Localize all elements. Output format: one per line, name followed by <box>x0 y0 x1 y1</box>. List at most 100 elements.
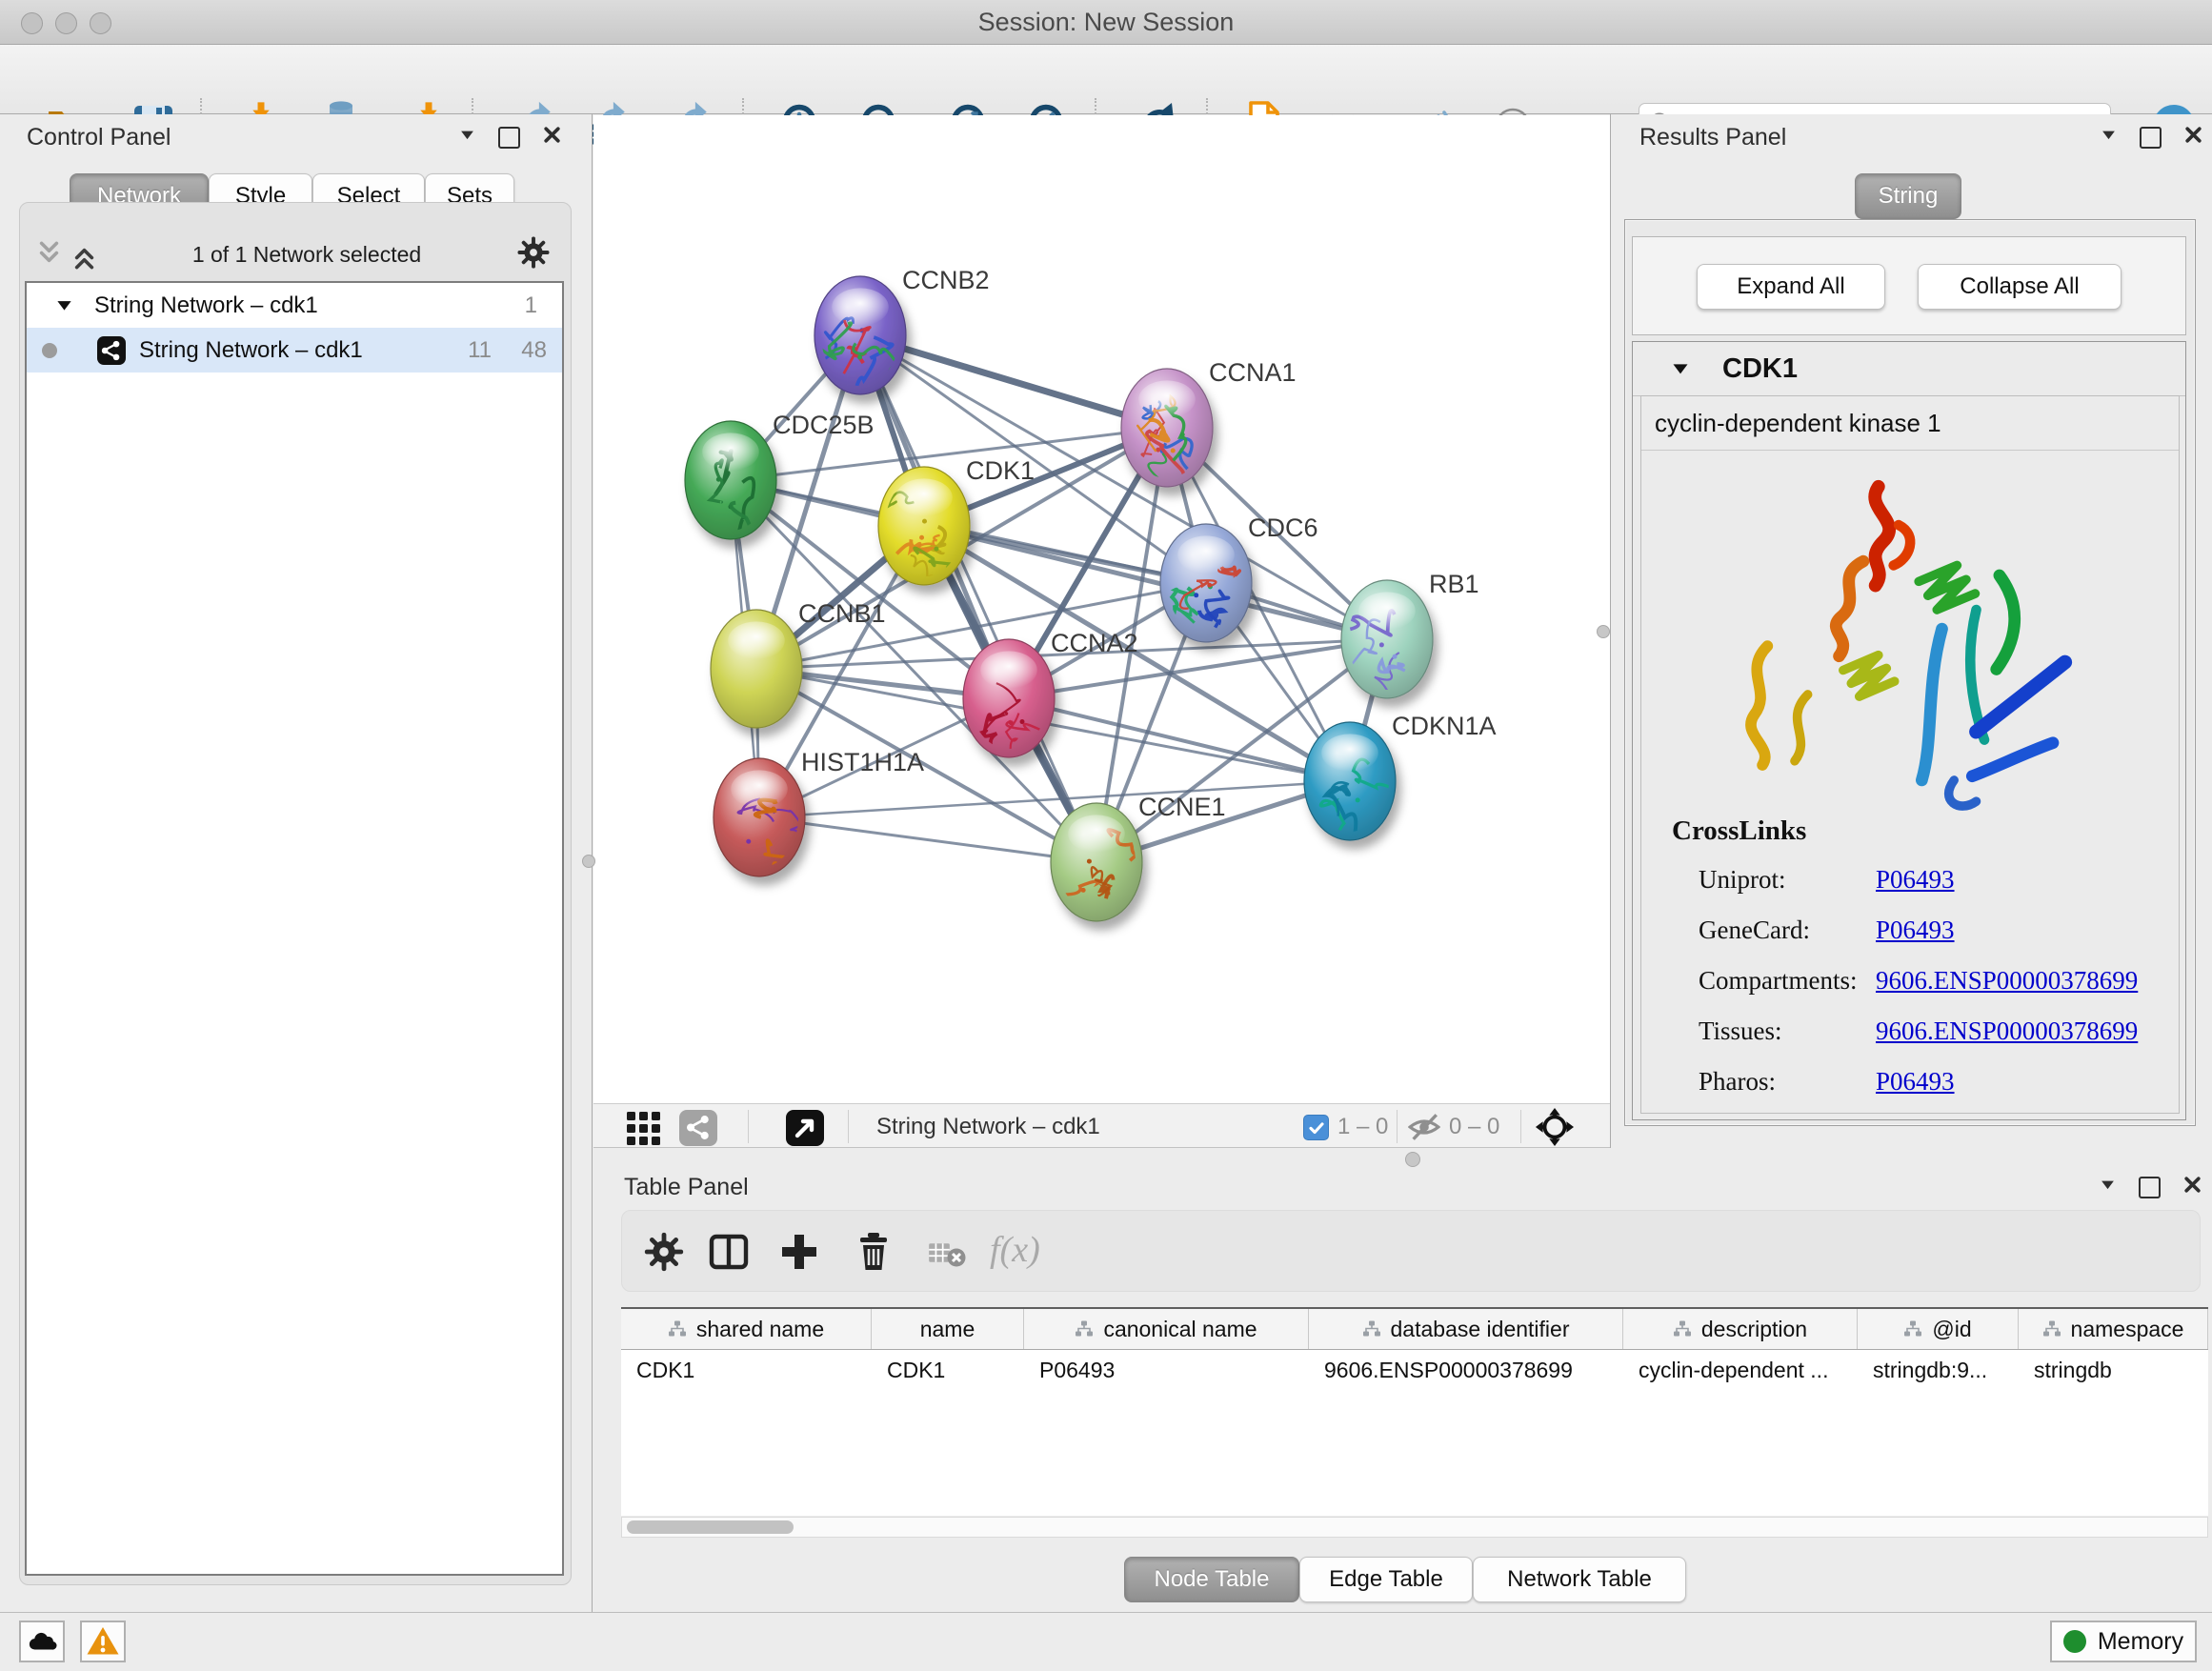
delete-table-button[interactable] <box>925 1231 967 1273</box>
network-node-CCNB1[interactable] <box>711 610 802 728</box>
tab-edge-table[interactable]: Edge Table <box>1299 1557 1473 1602</box>
network-tree-collection-row[interactable]: String Network – cdk1 1 <box>27 283 562 328</box>
collapse-all-icon[interactable] <box>36 240 62 271</box>
expand-all-icon[interactable] <box>71 240 97 271</box>
network-edge[interactable] <box>759 817 1096 862</box>
table-cell[interactable]: stringdb:9... <box>1858 1350 2019 1390</box>
network-canvas[interactable]: CCNB2CCNA1CDC25BCDK1CDC6RB1CCNB1CCNA2CDK… <box>593 115 1610 1103</box>
collection-expand-icon[interactable] <box>55 296 73 314</box>
protein-section-header[interactable]: CDK1 <box>1633 342 2185 396</box>
network-node-CDK1[interactable] <box>878 467 970 598</box>
network-edge[interactable] <box>860 335 1096 862</box>
section-expand-icon[interactable] <box>1671 359 1690 378</box>
crosslink-label: Uniprot: <box>1699 865 1786 894</box>
panel-close-icon[interactable] <box>543 126 561 149</box>
memory-button[interactable]: Memory <box>2050 1621 2197 1662</box>
network-edge-count: 48 <box>521 337 547 364</box>
node-label-CCNE1: CCNE1 <box>1138 793 1226 821</box>
panel-close-icon[interactable] <box>2183 1176 2202 1198</box>
hidden-counts: 0 – 0 <box>1449 1104 1499 1149</box>
network-view-icon[interactable] <box>677 1106 719 1153</box>
network-edge[interactable] <box>860 335 1167 428</box>
network-node-CCNE1[interactable] <box>1051 803 1144 921</box>
network-type-icon <box>97 336 126 365</box>
network-status-dot <box>42 343 57 358</box>
network-node-HIST1H1A[interactable] <box>714 758 809 877</box>
horizontal-scrollbar[interactable] <box>621 1517 2208 1538</box>
column-header-label: canonical name <box>1103 1317 1257 1342</box>
collapse-all-button[interactable]: Collapse All <box>1918 264 2122 310</box>
table-cell[interactable]: stringdb <box>2019 1350 2208 1390</box>
tree-icon <box>1362 1319 1381 1339</box>
panel-float-icon[interactable] <box>2140 127 2162 149</box>
panel-collapse-icon[interactable] <box>459 127 475 148</box>
node-label-CDC25B: CDC25B <box>773 411 875 439</box>
scrollbar-thumb[interactable] <box>627 1520 794 1534</box>
grid-view-icon[interactable] <box>623 1106 665 1153</box>
panel-float-icon[interactable] <box>2139 1177 2161 1198</box>
table-cell[interactable]: 9606.ENSP00000378699 <box>1309 1350 1623 1390</box>
view-toolbar-separator <box>748 1110 749 1143</box>
function-builder-button[interactable]: f(x) <box>990 1229 1040 1271</box>
network-tree-network-row[interactable]: String Network – cdk1 11 48 <box>27 328 562 372</box>
tab-string[interactable]: String <box>1855 173 1961 219</box>
add-column-button[interactable] <box>778 1231 820 1273</box>
table-cell[interactable]: CDK1 <box>621 1350 872 1390</box>
cloud-status-button[interactable] <box>19 1621 65 1662</box>
show-columns-button[interactable] <box>708 1231 750 1273</box>
crosslink-row: Compartments:9606.ENSP00000378699 <box>1699 966 2156 996</box>
memory-label: Memory <box>2098 1628 2183 1656</box>
panel-close-icon[interactable] <box>2184 126 2202 149</box>
network-graph[interactable]: CCNB2CCNA1CDC25BCDK1CDC6RB1CCNB1CCNA2CDK… <box>593 115 1610 1103</box>
control-panel: Control Panel NetworkStyleSelectSets 1 o… <box>0 114 593 1612</box>
pan-crosshair-icon[interactable] <box>1535 1107 1575 1152</box>
warning-status-button[interactable] <box>80 1621 126 1662</box>
network-node-CDKN1A[interactable] <box>1304 722 1396 840</box>
tab-node-table[interactable]: Node Table <box>1124 1557 1299 1602</box>
column-header-canonical-name[interactable]: canonical name <box>1024 1309 1309 1349</box>
selected-checkbox[interactable] <box>1303 1115 1329 1140</box>
columns-icon <box>708 1231 750 1273</box>
column-header--id[interactable]: @id <box>1858 1309 2019 1349</box>
network-node-CCNB2[interactable] <box>814 276 906 394</box>
birdseye-view-icon[interactable] <box>784 1106 826 1153</box>
splitter-handle[interactable] <box>1405 1152 1420 1167</box>
vertical-splitter-handle[interactable] <box>1597 625 1610 638</box>
column-header-name[interactable]: name <box>872 1309 1024 1349</box>
window-title: Session: New Session <box>0 0 2212 45</box>
panel-collapse-icon[interactable] <box>2101 127 2117 148</box>
node-label-CCNA2: CCNA2 <box>1051 629 1138 657</box>
table-cell[interactable]: cyclin-dependent ... <box>1623 1350 1858 1390</box>
table-cell[interactable]: CDK1 <box>872 1350 1024 1390</box>
panel-collapse-icon[interactable] <box>2100 1177 2116 1198</box>
plus-icon <box>778 1231 820 1273</box>
vertical-splitter-handle[interactable] <box>582 855 595 868</box>
table-cell[interactable]: P06493 <box>1024 1350 1309 1390</box>
crosslink-link[interactable]: P06493 <box>1876 916 1955 945</box>
view-toolbar-separator <box>1397 1110 1398 1143</box>
column-header-database-identifier[interactable]: database identifier <box>1309 1309 1623 1349</box>
network-node-RB1[interactable] <box>1341 580 1433 698</box>
crosslink-link[interactable]: 9606.ENSP00000378699 <box>1876 1017 2138 1046</box>
expand-all-button[interactable]: Expand All <box>1697 264 1885 310</box>
horizontal-splitter[interactable] <box>593 1148 2212 1168</box>
view-toolbar-separator <box>1520 1110 1521 1143</box>
column-header-shared-name[interactable]: shared name <box>621 1309 872 1349</box>
table-row[interactable]: CDK1CDK1P064939606.ENSP00000378699cyclin… <box>621 1350 2208 1390</box>
crosslink-link[interactable]: P06493 <box>1876 865 1955 895</box>
view-toolbar-separator <box>848 1110 849 1143</box>
delete-column-button[interactable] <box>853 1231 895 1273</box>
column-header-description[interactable]: description <box>1623 1309 1858 1349</box>
tree-icon <box>2042 1319 2061 1339</box>
crosslink-link[interactable]: 9606.ENSP00000378699 <box>1876 966 2138 996</box>
crosslink-link[interactable]: P06493 <box>1876 1067 1955 1097</box>
panel-float-icon[interactable] <box>498 127 520 149</box>
tree-icon <box>1903 1319 1922 1339</box>
tab-network-table[interactable]: Network Table <box>1473 1557 1686 1602</box>
cloud-icon <box>26 1625 58 1658</box>
network-node-CDC25B[interactable] <box>685 421 776 571</box>
network-node-CDC6[interactable] <box>1160 524 1252 642</box>
network-options-gear-icon[interactable] <box>516 235 551 274</box>
table-settings-gear-button[interactable] <box>643 1231 685 1273</box>
column-header-namespace[interactable]: namespace <box>2019 1309 2208 1349</box>
